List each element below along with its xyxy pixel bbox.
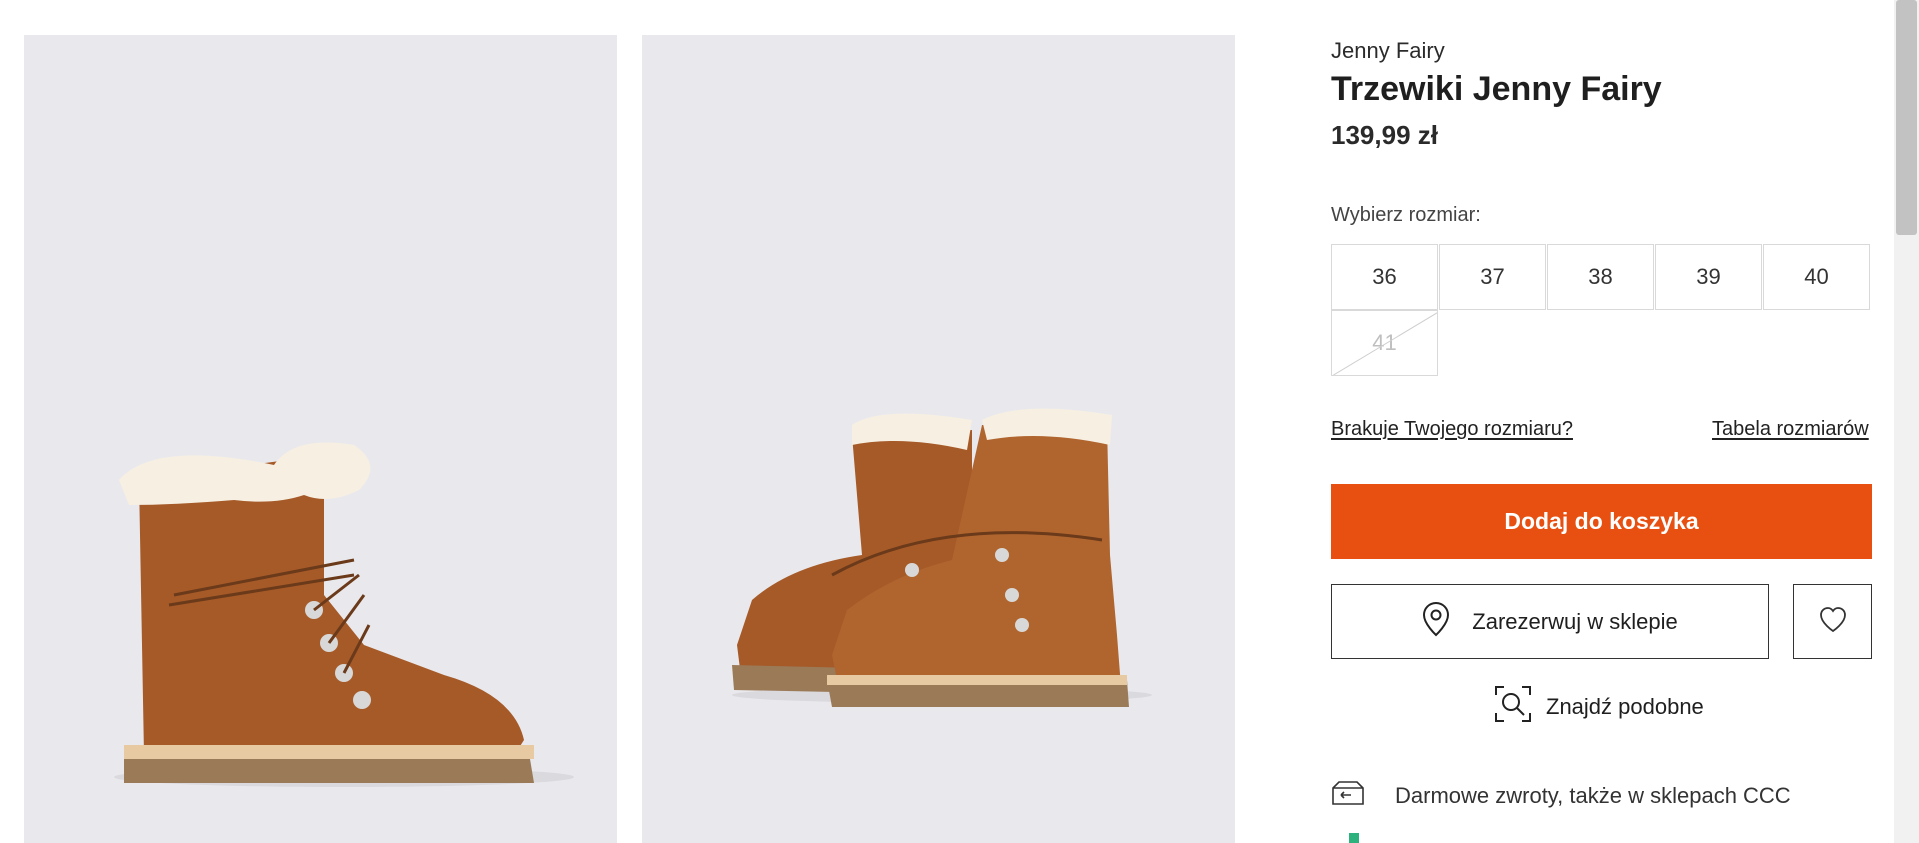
missing-size-link[interactable]: Brakuje Twojego rozmiaru? <box>1331 418 1573 441</box>
benefit-free-returns-text: Darmowe zwroty, także w sklepach CCC <box>1395 783 1791 808</box>
reserve-in-store-button[interactable]: Zarezerwuj w sklepie <box>1331 584 1769 659</box>
add-to-cart-label: Dodaj do koszyka <box>1504 508 1699 534</box>
size-option-41-unavailable: 41 <box>1331 310 1438 376</box>
reserve-in-store-label: Zarezerwuj w sklepie <box>1472 608 1678 634</box>
product-price: 139,99 zł <box>1331 120 1438 150</box>
size-option-40[interactable]: 40 <box>1763 244 1870 310</box>
product-brand[interactable]: Jenny Fairy <box>1331 38 1445 64</box>
benefit-indicator-partial <box>1349 833 1359 843</box>
size-option-39[interactable]: 39 <box>1655 244 1762 310</box>
size-label: Wybierz rozmiar: <box>1331 204 1481 226</box>
heart-icon <box>1818 605 1848 638</box>
page-scrollbar-thumb[interactable] <box>1896 0 1917 235</box>
product-image-pair[interactable] <box>642 35 1235 843</box>
size-chart-link[interactable]: Tabela rozmiarów <box>1712 418 1869 441</box>
location-pin-icon <box>1422 601 1450 643</box>
visual-search-icon <box>1494 685 1532 729</box>
find-similar-button[interactable]: Znajdź podobne <box>1494 685 1704 729</box>
product-image-side[interactable] <box>24 35 617 843</box>
add-to-cart-button[interactable]: Dodaj do koszyka <box>1331 484 1872 559</box>
find-similar-label: Znajdź podobne <box>1546 694 1704 719</box>
product-title: Trzewiki Jenny Fairy <box>1331 70 1662 108</box>
size-option-36[interactable]: 36 <box>1331 244 1438 310</box>
size-option-37[interactable]: 37 <box>1439 244 1546 310</box>
wishlist-button[interactable] <box>1793 584 1872 659</box>
size-option-38[interactable]: 38 <box>1547 244 1654 310</box>
benefit-free-returns: Darmowe zwroty, także w sklepach CCC <box>1331 780 1791 812</box>
return-box-icon <box>1331 780 1365 812</box>
